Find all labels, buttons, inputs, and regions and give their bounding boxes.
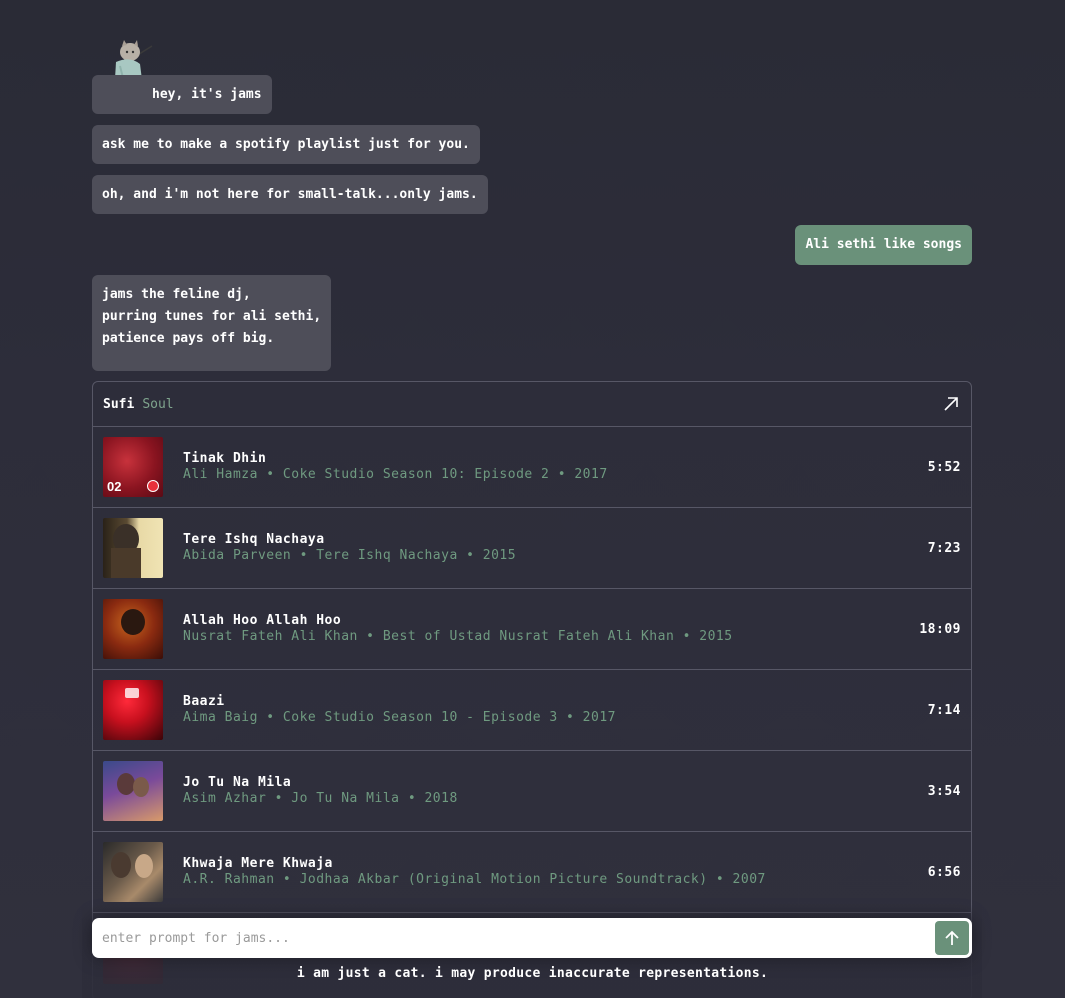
track-duration: 5:52 — [927, 459, 961, 475]
track-details: Nusrat Fateh Ali Khan • Best of Ustad Nu… — [183, 629, 733, 644]
playlist-title-first: Sufi — [103, 396, 135, 412]
track-duration: 3:54 — [927, 783, 961, 799]
bot-message: ask me to make a spotify playlist just f… — [92, 125, 480, 164]
track-name: Khwaja Mere Khwaja — [183, 856, 333, 871]
prompt-bar — [92, 918, 972, 958]
playlist-title-second: Soul — [142, 396, 174, 412]
disclaimer-text: i am just a cat. i may produce inaccurat… — [296, 966, 769, 981]
arrow-up-icon — [945, 930, 959, 945]
track-name: Allah Hoo Allah Hoo — [183, 613, 342, 628]
track-name: Tinak Dhin — [183, 451, 267, 466]
track-row[interactable]: Allah Hoo Allah Hoo Nusrat Fateh Ali Kha… — [93, 589, 971, 670]
album-cover — [103, 842, 163, 902]
bot-haiku-message: jams the feline dj, purring tunes for al… — [92, 275, 332, 371]
prompt-input[interactable] — [92, 920, 935, 956]
track-details: Asim Azhar • Jo Tu Na Mila • 2018 — [183, 791, 458, 806]
track-row[interactable]: Tere Ishq Nachaya Abida Parveen • Tere I… — [93, 508, 971, 589]
cover-episode-label: 02 — [107, 479, 122, 494]
track-details: A.R. Rahman • Jodhaa Akbar (Original Mot… — [183, 872, 766, 887]
album-cover: 02 — [103, 437, 163, 497]
track-name: Tere Ishq Nachaya — [183, 532, 325, 547]
album-cover — [103, 761, 163, 821]
album-cover — [103, 680, 163, 740]
track-details: Aima Baig • Coke Studio Season 10 - Epis… — [183, 710, 616, 725]
user-message: Ali sethi like songs — [795, 225, 972, 265]
track-row[interactable]: Baazi Aima Baig • Coke Studio Season 10 … — [93, 670, 971, 751]
bot-message: hey, it's jams — [92, 75, 272, 114]
album-cover — [103, 599, 163, 659]
track-row[interactable]: 02 Tinak Dhin Ali Hamza • Coke Studio Se… — [93, 427, 971, 508]
track-details: Abida Parveen • Tere Ishq Nachaya • 2015 — [183, 548, 517, 563]
track-duration: 18:09 — [919, 621, 961, 637]
track-duration: 6:56 — [927, 864, 961, 880]
playlist-header: Sufi Soul — [93, 382, 971, 427]
track-name: Jo Tu Na Mila — [183, 775, 292, 790]
track-details: Ali Hamza • Coke Studio Season 10: Episo… — [183, 467, 608, 482]
track-duration: 7:23 — [927, 540, 961, 556]
track-row[interactable]: Khwaja Mere Khwaja A.R. Rahman • Jodhaa … — [93, 832, 971, 913]
album-cover — [103, 518, 163, 578]
arrow-up-right-icon[interactable] — [941, 394, 961, 414]
bot-message: oh, and i'm not here for small-talk...on… — [92, 175, 488, 214]
send-button[interactable] — [935, 921, 969, 955]
track-duration: 7:14 — [927, 702, 961, 718]
track-name: Baazi — [183, 694, 225, 709]
track-row[interactable]: Jo Tu Na Mila Asim Azhar • Jo Tu Na Mila… — [93, 751, 971, 832]
